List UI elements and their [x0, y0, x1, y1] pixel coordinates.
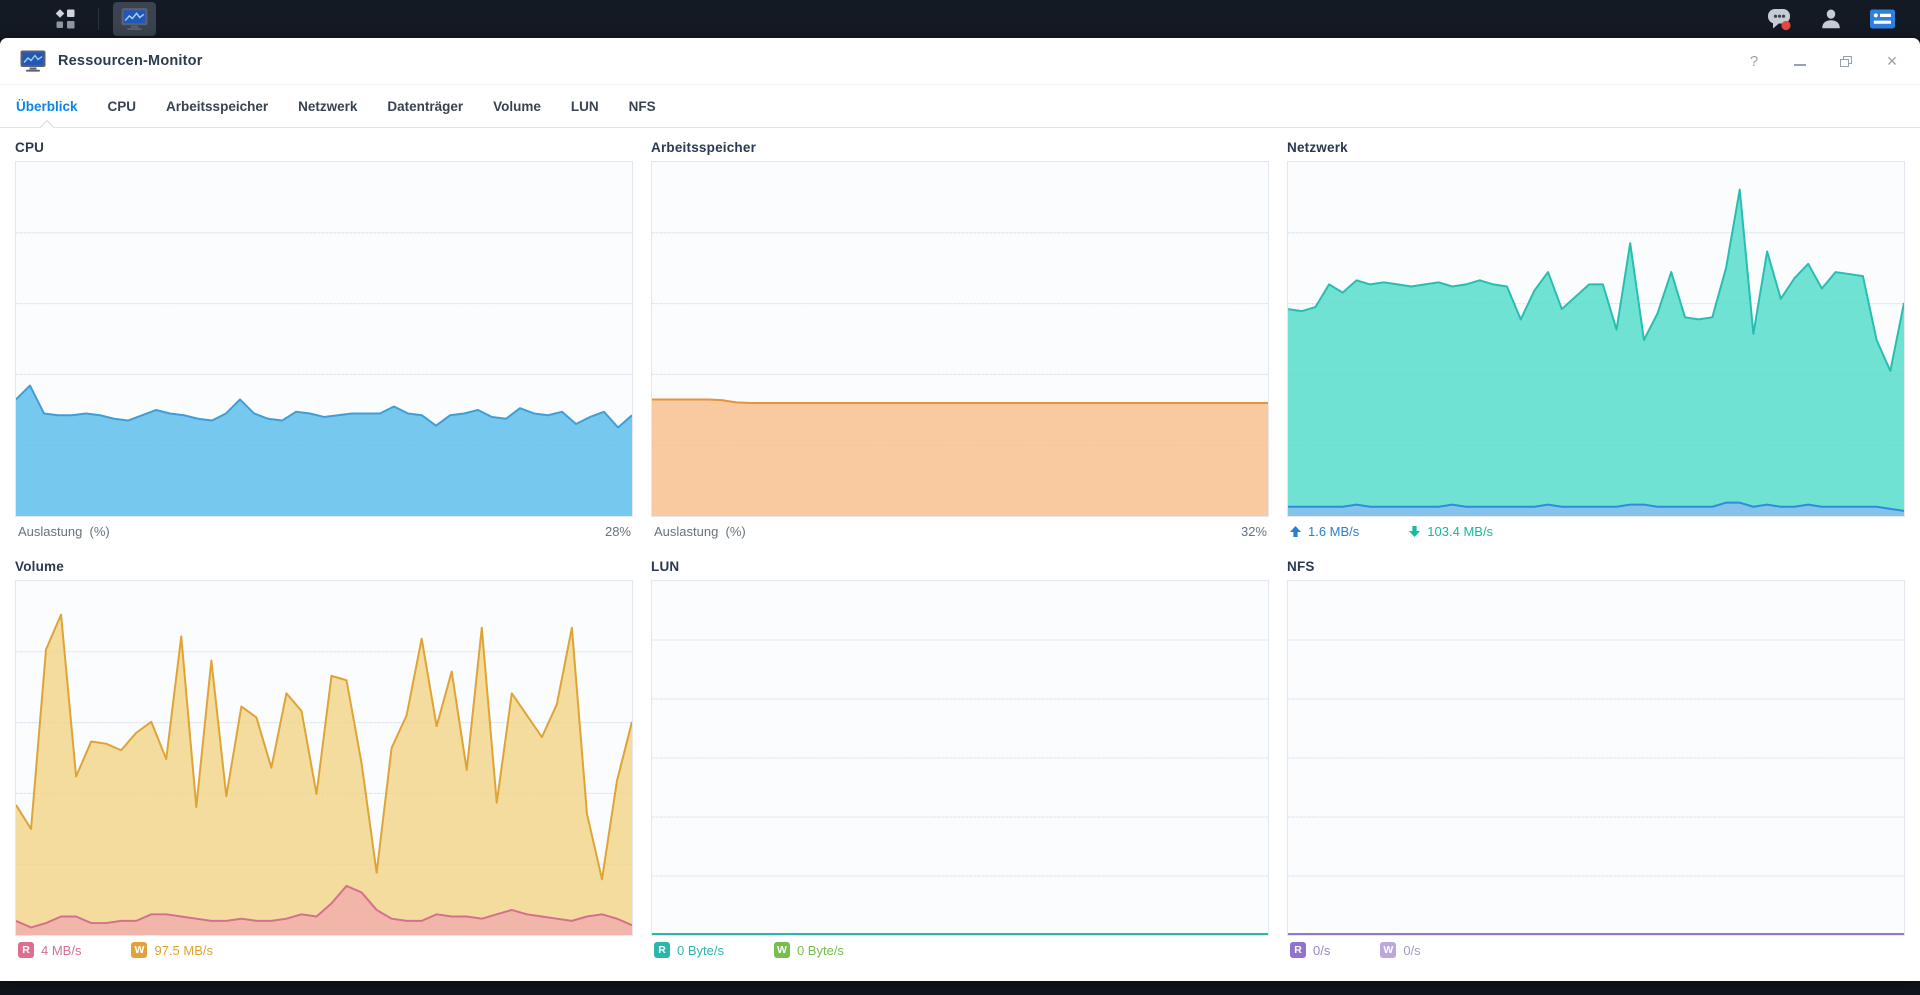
resource-monitor-taskbar-button[interactable] — [113, 2, 156, 36]
lun-write-badge: W — [773, 942, 790, 958]
tab-ueberblick[interactable]: Überblick — [16, 85, 78, 127]
panel-nfs: NFS R 0/s W 0/s — [1287, 559, 1905, 964]
arbeitsspeicher-chart-area — [651, 161, 1269, 517]
arbeitsspeicher-current-value: 32% — [1240, 523, 1267, 539]
arbeitsspeicher-legend: Auslastung (%) 32% — [651, 517, 1269, 545]
netzwerk-legend-gesendet-value: 1.6 MB/s — [1308, 523, 1360, 539]
nfs-chart-area — [1287, 580, 1905, 936]
app-grid-icon — [55, 9, 75, 29]
lun-legend-schreiben: W 0 Byte/s — [773, 942, 844, 958]
tab-netzwerk[interactable]: Netzwerk — [298, 85, 357, 127]
tab-cpu[interactable]: CPU — [108, 85, 137, 127]
lun-title: LUN — [651, 559, 680, 574]
restore-button[interactable] — [1838, 53, 1854, 69]
volume-chart — [16, 613, 632, 935]
close-icon: × — [1886, 51, 1898, 71]
arbeitsspeicher-title: Arbeitsspeicher — [651, 140, 757, 155]
tab-bar: Überblick CPU Arbeitsspeicher Netzwerk Daten… — [0, 85, 1920, 128]
netzwerk-title: Netzwerk — [1287, 140, 1348, 155]
panel-volume: Volume R 4 MB/s W 97.5 MB/s — [15, 559, 633, 964]
volume-legend-lesen-value: 4 MB/s — [41, 942, 82, 958]
nfs-legend-lesen-value: 0/s — [1313, 942, 1331, 958]
netzwerk-legend-empfangen-value: 103.4 MB/s — [1427, 523, 1494, 539]
tab-datentraeger[interactable]: Datenträger — [387, 85, 463, 127]
volume-legend-lesen: R 4 MB/s — [18, 942, 81, 958]
resource-monitor-window: Ressourcen-Monitor ? × Überblick CPU Arbei… — [0, 38, 1920, 981]
lun-chart-area — [651, 580, 1269, 936]
close-button[interactable]: × — [1884, 51, 1900, 71]
arbeitsspeicher-chart — [652, 232, 1268, 516]
nfs-legend-schreiben-value: 0/s — [1403, 942, 1421, 958]
widgets-icon — [1870, 9, 1895, 29]
volume-read-badge: R — [18, 942, 34, 958]
resource-monitor-icon — [121, 8, 148, 31]
nfs-legend-lesen: R 0/s — [1290, 942, 1330, 958]
nfs-write-badge: W — [1380, 942, 1397, 958]
tab-arbeitsspeicher[interactable]: Arbeitsspeicher — [166, 85, 268, 127]
panel-lun: LUN R 0 Byte/s W 0 Byte/s — [651, 559, 1269, 964]
download-arrow-icon — [1409, 525, 1421, 537]
resource-monitor-window-icon — [20, 50, 46, 72]
window-controls: ? × — [1746, 51, 1900, 71]
window-title: Ressourcen-Monitor — [58, 53, 203, 69]
netzwerk-legend-empfangen: 103.4 MB/s — [1409, 524, 1493, 539]
window-titlebar: Ressourcen-Monitor ? × — [0, 38, 1920, 85]
cpu-legend-auslastung: Auslastung (%) — [18, 524, 110, 539]
nfs-title: NFS — [1287, 559, 1315, 574]
lun-legend-lesen: R 0 Byte/s — [654, 942, 724, 958]
nfs-read-badge: R — [1290, 942, 1306, 958]
taskbar-divider — [98, 8, 99, 30]
volume-legend-schreiben: W 97.5 MB/s — [131, 942, 213, 958]
lun-chart — [652, 639, 1268, 935]
upload-arrow-icon — [1290, 525, 1301, 537]
notifications-button[interactable] — [1758, 0, 1801, 38]
help-icon: ? — [1749, 52, 1759, 70]
netzwerk-chart-area — [1287, 161, 1905, 517]
tab-nfs[interactable]: NFS — [629, 85, 656, 127]
taskbar — [0, 0, 1920, 38]
cpu-title: CPU — [15, 140, 45, 155]
user-menu-button[interactable] — [1811, 0, 1851, 38]
arbeitsspeicher-legend-auslastung-value: Auslastung (%) — [654, 523, 746, 539]
volume-legend: R 4 MB/s W 97.5 MB/s — [15, 936, 633, 964]
volume-legend-schreiben-value: 97.5 MB/s — [154, 942, 213, 958]
cpu-chart-area — [15, 161, 633, 517]
tab-volume[interactable]: Volume — [493, 85, 541, 127]
netzwerk-chart — [1288, 188, 1904, 516]
main-menu-button[interactable] — [38, 0, 92, 38]
restore-icon — [1840, 55, 1852, 67]
tab-lun[interactable]: LUN — [571, 85, 599, 127]
nfs-legend-schreiben: W 0/s — [1380, 942, 1421, 958]
lun-legend: R 0 Byte/s W 0 Byte/s — [651, 936, 1269, 964]
taskbar-right — [1758, 0, 1920, 38]
taskbar-left — [0, 0, 156, 38]
notification-dot — [1781, 20, 1791, 30]
panel-cpu: CPU Auslastung (%) 28% — [15, 140, 633, 545]
lun-legend-schreiben-value: 0 Byte/s — [796, 942, 844, 958]
help-button[interactable]: ? — [1746, 53, 1762, 69]
volume-write-badge: W — [131, 942, 148, 958]
netzwerk-legend-gesendet: 1.6 MB/s — [1290, 524, 1359, 539]
nfs-chart — [1288, 639, 1904, 935]
chat-icon — [1768, 8, 1791, 30]
volume-title: Volume — [15, 559, 64, 574]
lun-legend-lesen-value: 0 Byte/s — [677, 942, 724, 958]
arbeitsspeicher-legend-auslastung: Auslastung (%) — [654, 524, 746, 539]
cpu-chart — [16, 232, 632, 516]
minimize-icon — [1794, 64, 1806, 66]
panel-grid: CPU Auslastung (%) 28% Arbeitsspeicher Au… — [0, 128, 1920, 964]
cpu-current-value: 28% — [604, 523, 631, 539]
volume-chart-area — [15, 580, 633, 936]
minimize-button[interactable] — [1792, 53, 1808, 69]
netzwerk-legend: 1.6 MB/s 103.4 MB/s — [1287, 517, 1905, 545]
panel-arbeitsspeicher: Arbeitsspeicher Auslastung (%) 32% — [651, 140, 1269, 545]
panel-netzwerk: Netzwerk 1.6 MB/s 103.4 MB/s — [1287, 140, 1905, 545]
lun-read-badge: R — [654, 942, 670, 958]
cpu-legend: Auslastung (%) 28% — [15, 517, 633, 545]
cpu-legend-auslastung-value: Auslastung (%) — [18, 523, 110, 539]
nfs-legend: R 0/s W 0/s — [1287, 936, 1905, 964]
user-icon — [1822, 9, 1840, 29]
widgets-button[interactable] — [1861, 0, 1904, 38]
